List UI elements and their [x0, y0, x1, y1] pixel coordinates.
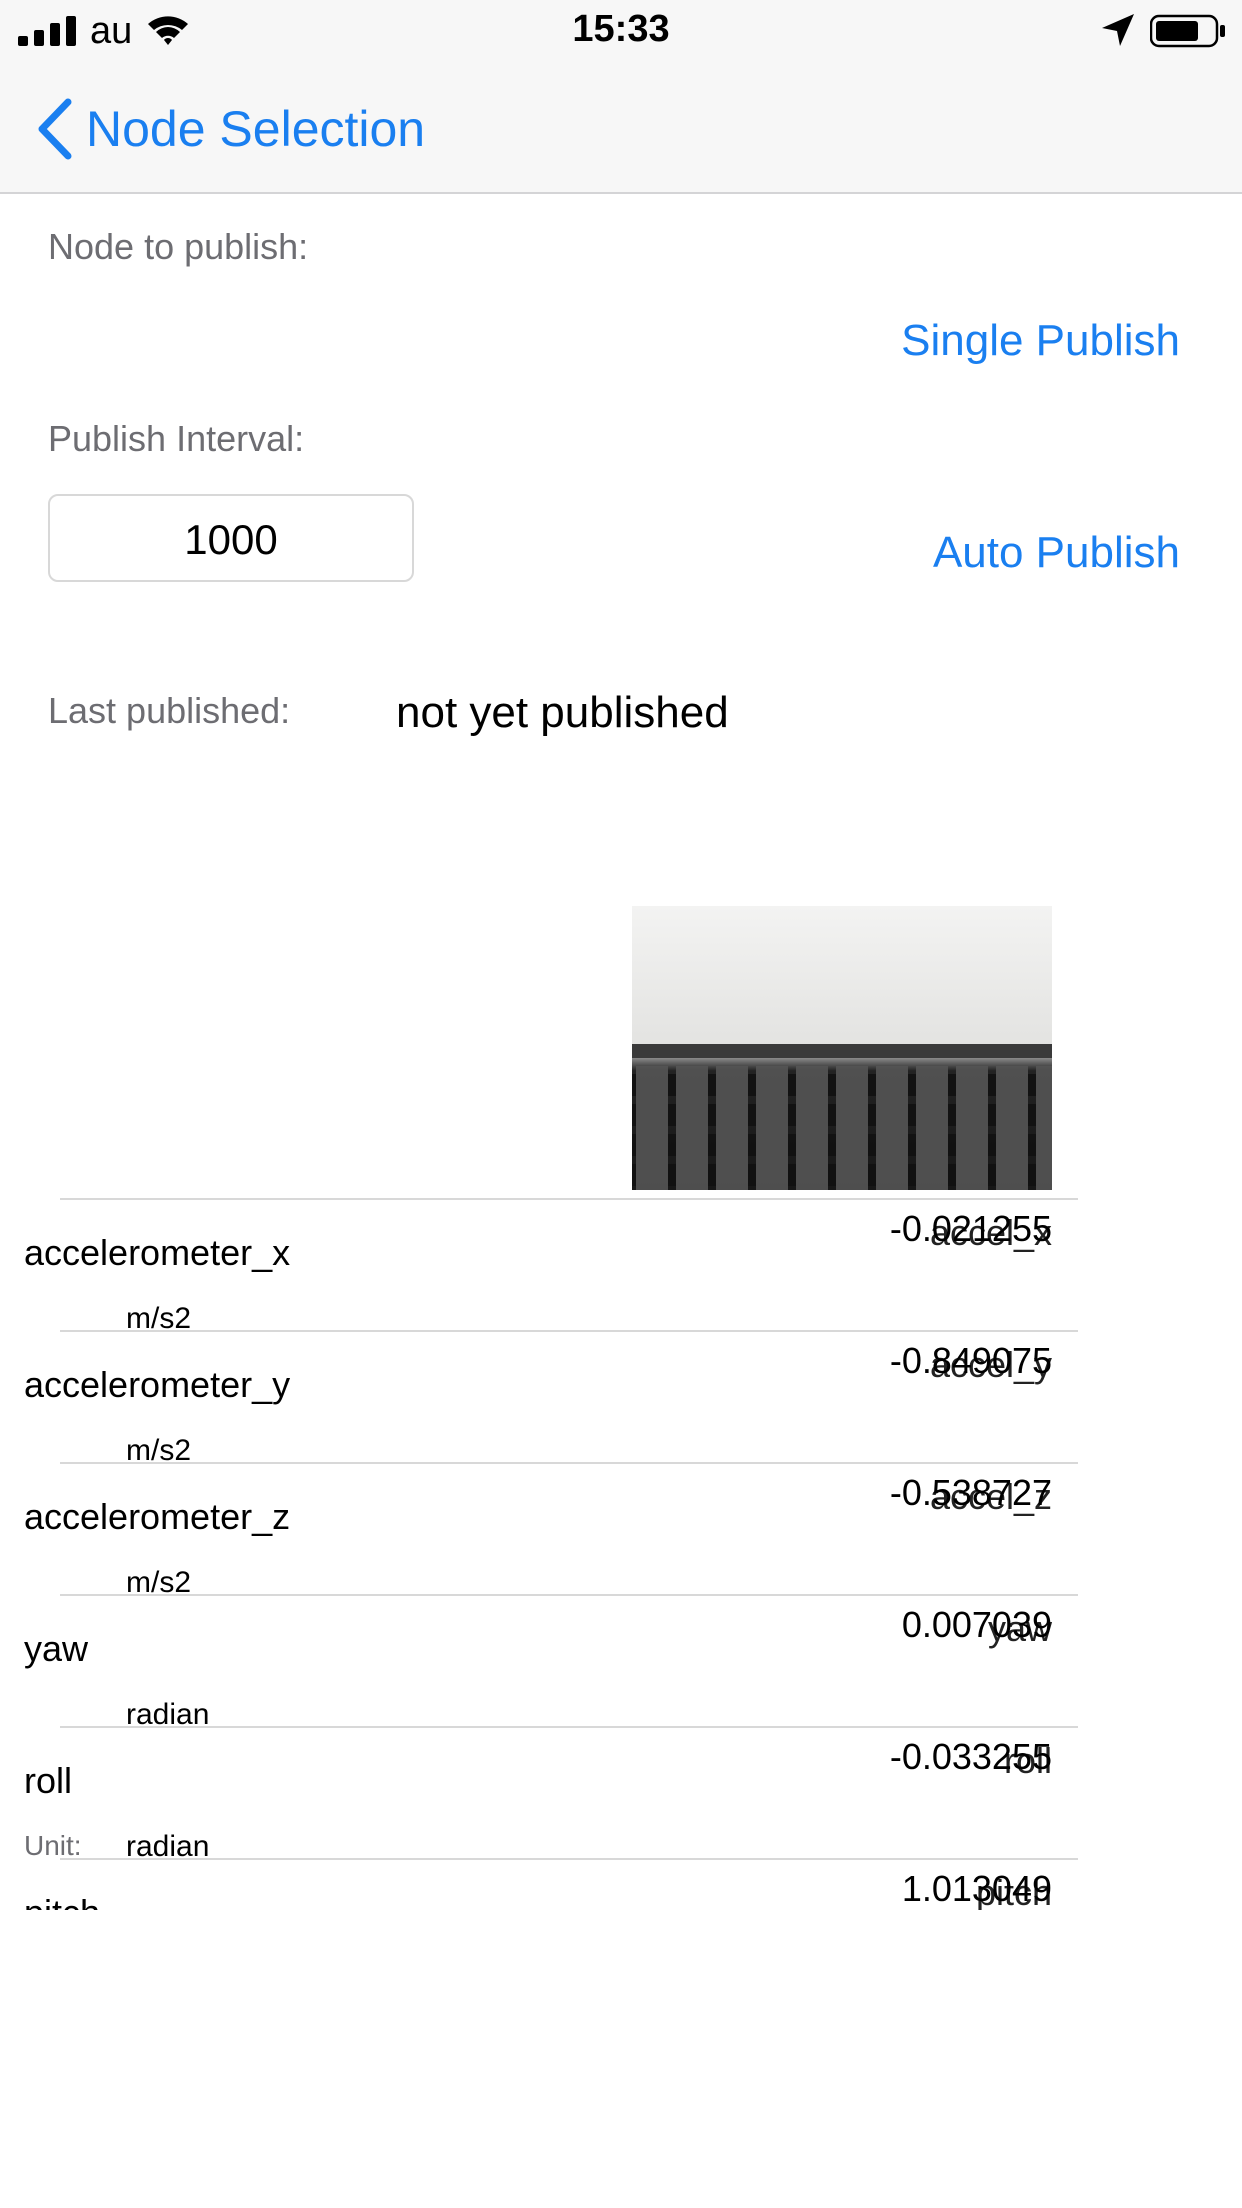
single-publish-button[interactable]: Single Publish [901, 316, 1180, 366]
sensor-name: accelerometer_z [24, 1496, 291, 1537]
sensor-value: 0.007039 [901, 1604, 1052, 1645]
row-separator [60, 1858, 1078, 1860]
status-time: 15:33 [572, 8, 670, 50]
publish-interval-input[interactable]: 1000 [48, 494, 414, 582]
sensor-name: accelerometer_x [24, 1232, 291, 1273]
battery-icon [1150, 14, 1225, 48]
table-row[interactable]: accelerometer_y m/s2 accel_y -0.849075 [0, 1330, 1242, 1467]
table-row[interactable]: accelerometer_z m/s2 accel_z -0.538727 [0, 1462, 1242, 1599]
last-published-value: not yet published [396, 688, 729, 737]
sensor-name: pitch [24, 1892, 100, 1910]
navigation-bar: au 15:33 Node Selection [0, 0, 1242, 194]
camera-preview-image [632, 906, 1052, 1190]
row-separator [60, 1462, 1078, 1464]
table-row[interactable]: roll Unit: radian roll -0.033255 [0, 1726, 1242, 1863]
table-row[interactable]: yaw radian yaw 0.007039 [0, 1594, 1242, 1731]
location-arrow-icon [1102, 14, 1134, 46]
last-published-label: Last published: [48, 690, 291, 731]
table-row[interactable]: accelerometer_x m/s2 accel_x -0.021255 [0, 1198, 1242, 1335]
sensor-value: 1.013049 [901, 1868, 1052, 1909]
row-separator [60, 1726, 1078, 1728]
chevron-left-icon [38, 98, 72, 160]
auto-publish-button[interactable]: Auto Publish [933, 528, 1180, 578]
row-separator [60, 1330, 1078, 1332]
sensor-value: -0.021255 [889, 1208, 1052, 1249]
sensor-value: -0.849075 [889, 1340, 1052, 1381]
publish-interval-label: Publish Interval: [48, 418, 305, 459]
back-button-label: Node Selection [86, 101, 426, 157]
back-button[interactable]: Node Selection [36, 94, 425, 164]
row-separator [60, 1198, 1078, 1200]
sensor-value: -0.538727 [889, 1472, 1052, 1513]
table-row[interactable]: pitch pitch 1.013049 [0, 1858, 1242, 1910]
sensor-name: roll [24, 1760, 73, 1801]
sensor-value: -0.033255 [889, 1736, 1052, 1777]
node-to-publish-label: Node to publish: [48, 226, 309, 267]
row-separator [60, 1594, 1078, 1596]
sensor-name: yaw [24, 1628, 89, 1669]
sensor-name: accelerometer_y [24, 1364, 291, 1405]
sensor-table: accelerometer_x m/s2 accel_x -0.021255 a… [0, 1198, 1242, 1910]
